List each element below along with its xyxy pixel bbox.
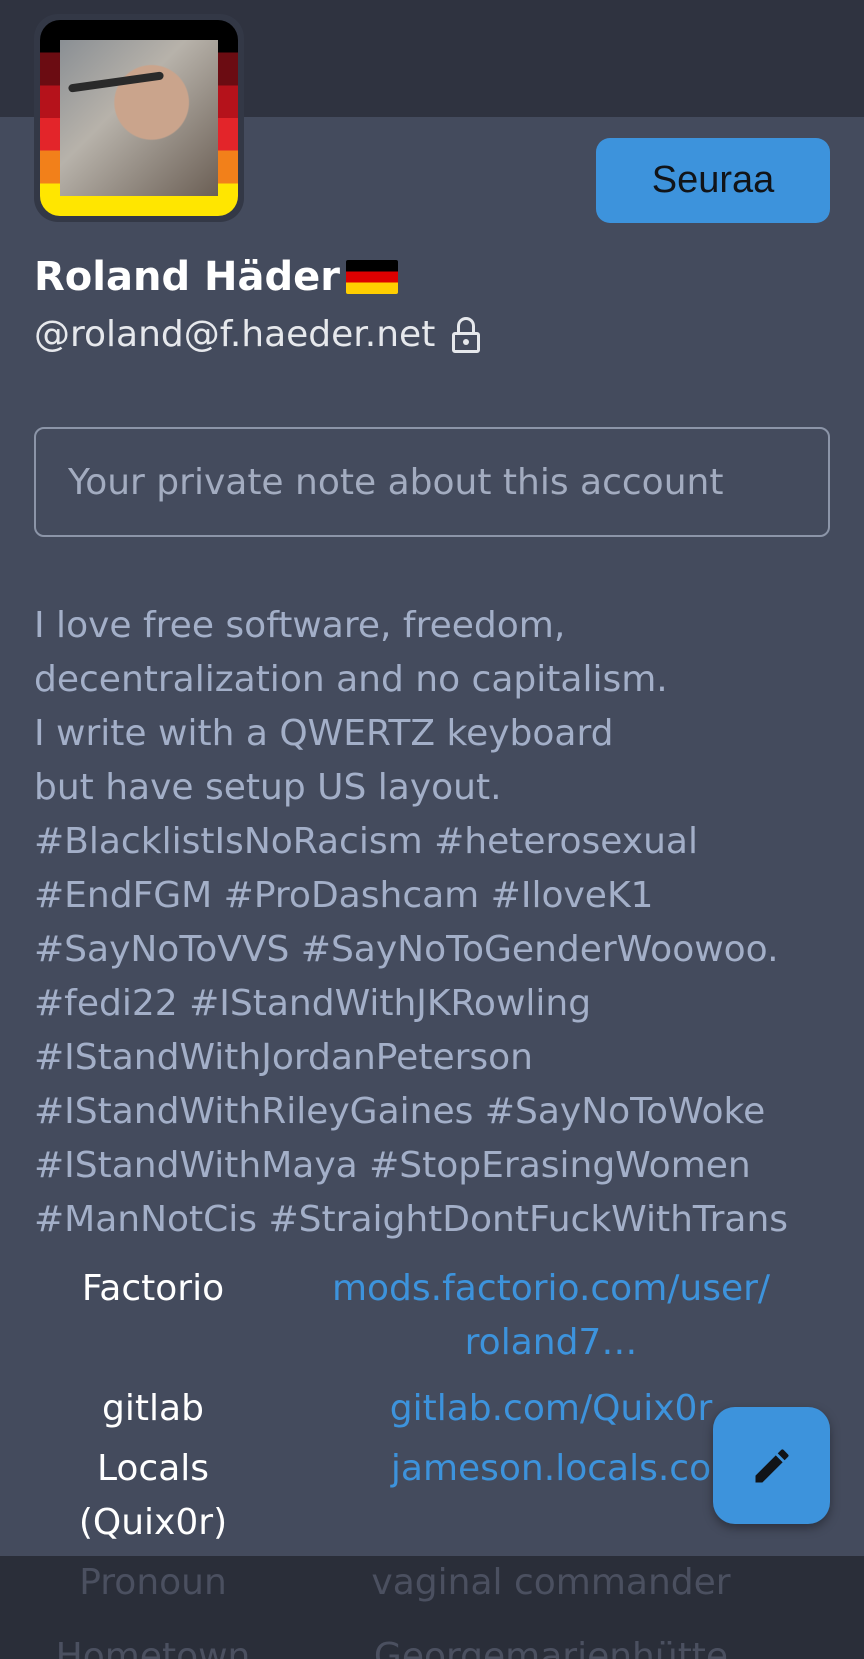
bio-hashtags-line[interactable]: #EndFGM #ProDashcam #IloveK1 [34, 869, 844, 923]
bio-line: I write with a QWERTZ keyboard [34, 713, 614, 754]
bio-line: I love free software, freedom, [34, 605, 566, 646]
bio-hashtags-line[interactable]: #ManNotCis #StraightDontFuckWithTrans [34, 1193, 844, 1247]
field-name: gitlab [102, 1388, 204, 1429]
field-name-line: Locals [96, 1448, 210, 1489]
compose-button[interactable] [713, 1407, 830, 1524]
field-row-gitlab: gitlab gitlab.com/Quix0r [34, 1382, 830, 1436]
field-name: Hometown [55, 1636, 251, 1659]
account-handle-row: @roland@f.haeder.net [34, 314, 481, 355]
bio-hashtags-line[interactable]: #IStandWithJordanPeterson [34, 1031, 844, 1085]
private-note-placeholder: Your private note about this account [68, 461, 724, 503]
avatar-photo [60, 40, 218, 196]
profile-bio: I love free software, freedom, decentral… [34, 599, 844, 1247]
display-name: Roland Häder [34, 254, 398, 300]
field-name: Pronoun [79, 1562, 227, 1603]
bio-hashtags-line[interactable]: #IStandWithRileyGaines #SayNoToWoke [34, 1085, 844, 1139]
display-name-text: Roland Häder [34, 254, 340, 300]
field-name-line: (Quix0r) [78, 1502, 228, 1543]
bottom-navigation-bar: Pronoun vaginal commander Hometown Georg… [0, 1556, 864, 1659]
field-value: vaginal commander [371, 1562, 731, 1603]
field-row-pronoun: Pronoun vaginal commander [34, 1556, 830, 1610]
bio-line: but have setup US layout. [34, 767, 502, 808]
field-row-factorio: Factorio mods.factorio.com/user/ roland7… [34, 1262, 830, 1370]
bio-hashtags-line[interactable]: #SayNoToVVS #SayNoToGenderWoowoo. [34, 923, 844, 977]
field-value-line[interactable]: mods.factorio.com/user/ [272, 1262, 830, 1316]
lock-icon [451, 316, 481, 353]
private-note-input[interactable]: Your private note about this account [34, 427, 830, 537]
field-value: Georgemarienhütte [373, 1636, 729, 1659]
german-flag-icon [345, 260, 398, 294]
bio-hashtags-line[interactable]: #fedi22 #IStandWithJKRowling [34, 977, 844, 1031]
follow-button[interactable]: Seuraa [596, 138, 830, 223]
profile-fields: Factorio mods.factorio.com/user/ roland7… [34, 1262, 830, 1550]
bio-hashtags-line[interactable]: #IStandWithMaya #StopErasingWomen [34, 1139, 844, 1193]
field-value-line[interactable]: roland7… [272, 1316, 830, 1370]
field-row-locals: Locals (Quix0r) jameson.locals.co [34, 1442, 830, 1550]
field-row-hometown: Hometown Georgemarienhütte [34, 1630, 830, 1659]
field-link-factorio[interactable]: mods.factorio.com/user/ roland7… [272, 1262, 830, 1370]
bio-hashtags-line[interactable]: #BlacklistIsNoRacism #heterosexual [34, 815, 844, 869]
account-handle: @roland@f.haeder.net [34, 314, 436, 355]
field-name: Factorio [81, 1268, 225, 1309]
avatar-image [40, 20, 238, 216]
pencil-icon [755, 1448, 789, 1482]
avatar[interactable] [34, 14, 244, 222]
bio-line: decentralization and no capitalism. [34, 659, 668, 700]
field-name: Locals (Quix0r) [34, 1442, 272, 1550]
